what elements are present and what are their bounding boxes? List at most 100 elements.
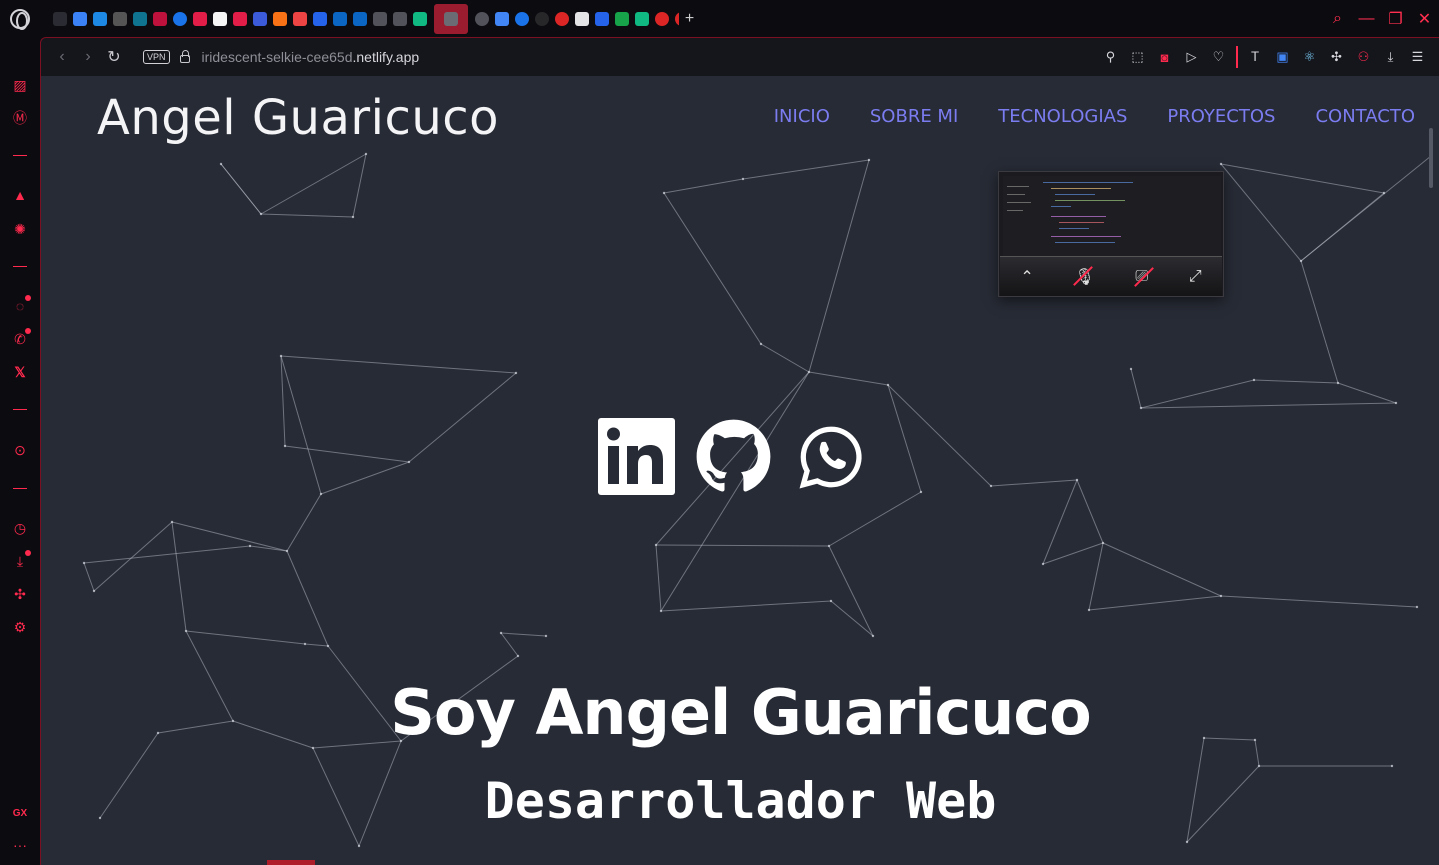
pin-icon[interactable]: ⚲ [1097,49,1124,65]
vpn-badge[interactable]: VPN [143,50,170,64]
browser-tab[interactable] [210,4,230,34]
mail-m-icon[interactable]: Ⓜ [10,108,30,128]
browser-tab[interactable] [612,4,632,34]
video-preview-window[interactable]: ⌃ 🎙 ⎚ ⤢ [998,171,1224,297]
browser-tab[interactable] [472,4,492,34]
browser-tab[interactable] [512,4,532,34]
hero-role: Desarrollador Web [484,772,997,830]
gx-corner-icon[interactable]: ▨ [10,75,30,95]
easy-setup-icon[interactable]: ☰ [1404,49,1431,65]
browser-tab[interactable] [390,4,410,34]
player-icon[interactable]: ⊙ [10,440,30,460]
browser-tab[interactable] [170,4,190,34]
expand-icon[interactable]: ⤢ [1189,268,1202,286]
address-tools: ⚲ ⬚ ◙ ▷ ♡ Ꭲ ▣ ⚛ ✣ ⚇ ⤓ ☰ [1097,46,1439,68]
settings-gear-icon[interactable]: ⚙ [10,617,30,637]
browser-tab[interactable] [310,4,330,34]
browser-tab[interactable] [270,4,290,34]
collapse-chevron-up-icon[interactable]: ⌃ [1020,267,1033,287]
nav-sobre-mi[interactable]: SOBRE MI [870,106,958,127]
browser-tab[interactable] [290,4,310,34]
nav-proyectos[interactable]: PROYECTOS [1167,106,1275,127]
url-field[interactable]: iridescent-selkie-cee65d.netlify.app [202,49,420,65]
github-icon [535,11,549,26]
extensions-icon[interactable]: ✣ [10,584,30,604]
forward-icon[interactable]: › [75,48,101,66]
history-icon[interactable]: ◷ [10,518,30,538]
pokeball-icon [655,11,669,26]
search-tabs-icon[interactable]: ⌕ [1323,10,1352,28]
react-devtools-icon[interactable]: ⚛ [1296,49,1323,65]
opera-gx-logo-icon[interactable] [0,0,40,37]
gx-label-icon[interactable]: GX [10,803,30,823]
page-scrollbar[interactable] [1429,128,1433,188]
translate-ext-icon[interactable]: Ꭲ [1242,49,1269,65]
browser-tab[interactable] [492,4,512,34]
download-icon[interactable]: ⤓ [1377,49,1404,65]
heart-icon[interactable]: ♡ [1205,49,1232,65]
ts-icon [595,11,609,26]
hero-name: Soy Angel Guaricuco [390,676,1092,749]
mic-muted-icon[interactable]: 🎙 [1074,267,1094,287]
browser-tab[interactable] [330,4,350,34]
nav-contacto[interactable]: CONTACTO [1315,106,1415,127]
browser-tab[interactable] [572,4,592,34]
new-tab-button[interactable]: + [685,10,694,28]
whatsapp-icon[interactable]: ✆ [10,328,31,349]
messenger-icon[interactable]: ◌ [10,295,31,316]
browser-tab[interactable] [190,4,210,34]
snapshot-icon[interactable]: ⬚ [1124,49,1151,65]
pocket-save-icon[interactable]: ◙ [1151,50,1178,65]
browser-tab[interactable] [410,4,430,34]
restore-icon[interactable]: ❐ [1381,9,1410,29]
lock-icon[interactable] [179,50,190,63]
chrome-icon [615,11,629,26]
browser-tab[interactable] [230,4,250,34]
youtube-icon [193,11,207,26]
url-domain: .netlify.app [352,49,420,65]
translate-icon [495,11,509,26]
site-title[interactable]: Angel Guaricuco [97,90,499,146]
linkedin-icon[interactable] [598,418,675,495]
video-preview-controls: ⌃ 🎙 ⎚ ⤢ [1000,256,1222,296]
camera-off-icon[interactable]: ⎚ [1135,268,1148,286]
aria-icon[interactable]: ▲ [10,185,30,205]
browser-tab[interactable] [350,4,370,34]
x-twitter-icon[interactable]: 𝕏 [10,362,30,382]
browser-tab[interactable] [110,4,130,34]
nav-inicio[interactable]: INICIO [774,106,830,127]
back-icon[interactable]: ‹ [49,48,75,66]
downloads-icon[interactable]: ⤓ [10,550,31,571]
browser-tab[interactable] [592,4,612,34]
chatgpt-icon[interactable]: ✺ [10,219,30,239]
close-icon[interactable]: ✕ [1410,9,1439,29]
browser-tab[interactable] [652,4,672,34]
browser-tab[interactable] [434,3,468,34]
github-icon[interactable] [695,418,772,495]
browser-tab[interactable] [632,4,652,34]
browser-tab[interactable] [370,4,390,34]
browser-tab[interactable] [672,4,679,34]
browser-tab[interactable] [50,4,70,34]
google-translate-icon[interactable]: ▣ [1269,49,1296,65]
browser-tab[interactable] [250,4,270,34]
sidebar: ▨ Ⓜ ▲ ✺ ◌ ✆ 𝕏 ⊙ ◷ ⤓ ✣ ⚙ GX ··· [0,37,40,865]
browser-tab[interactable] [130,4,150,34]
toolbar-divider [1236,46,1238,68]
reload-icon[interactable]: ↻ [101,47,127,67]
sidebar-divider [13,266,27,267]
browser-tab[interactable] [532,4,552,34]
extensions-puzzle-icon[interactable]: ✣ [1323,49,1350,65]
browser-tab[interactable] [552,4,572,34]
send-icon[interactable]: ▷ [1178,49,1205,65]
whatsapp-icon[interactable] [792,418,869,495]
nav-tecnologias[interactable]: TECNOLOGIAS [998,106,1127,127]
address-bar: ‹ › ↻ VPN iridescent-selkie-cee65d.netli… [40,37,1439,76]
more-icon[interactable]: ··· [10,835,30,855]
profile-icon[interactable]: ⚇ [1350,49,1377,65]
browser-tab[interactable] [90,4,110,34]
browser-tab[interactable] [70,4,90,34]
browser-tab[interactable] [150,4,170,34]
google-icon [173,11,187,26]
minimize-icon[interactable]: ― [1352,10,1381,28]
